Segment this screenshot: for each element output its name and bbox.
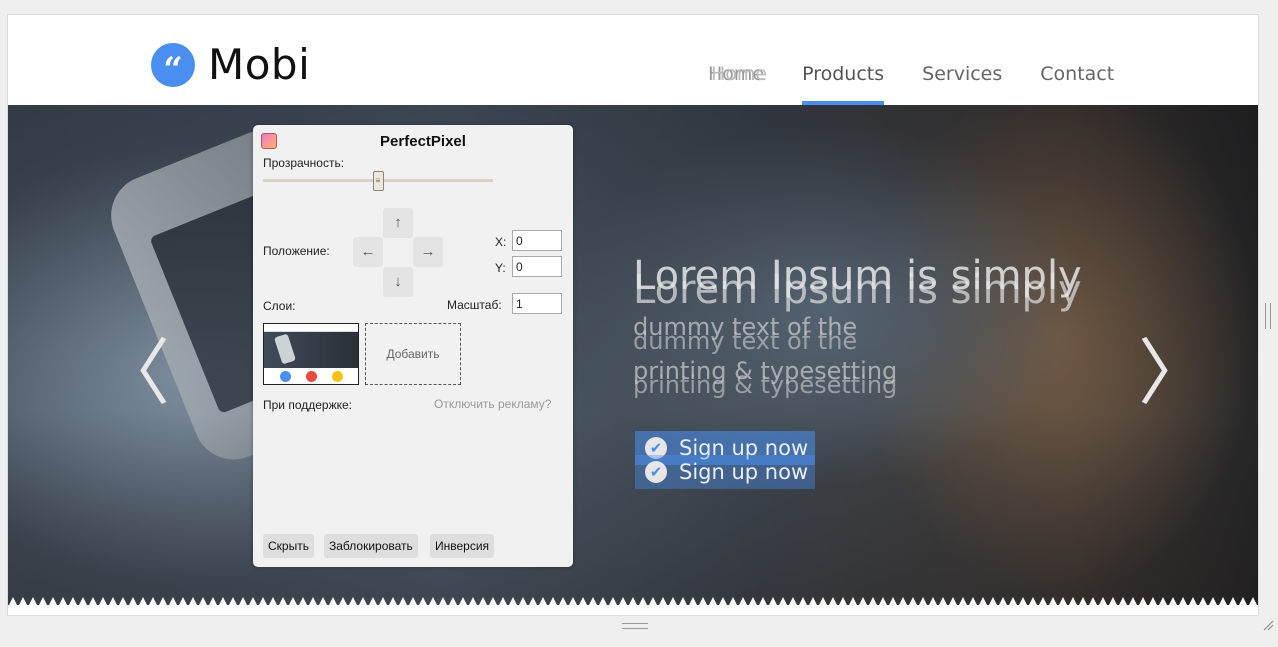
support-label: При поддержке: [263, 398, 353, 412]
x-label: X: [495, 235, 507, 249]
move-left-button[interactable]: ← [353, 237, 383, 267]
hero-headline-overlay: Lorem Ipsum is simply [633, 267, 1082, 313]
hide-button[interactable]: Скрыть [263, 534, 314, 558]
slider-prev-arrow-icon[interactable]: 〈 [98, 337, 170, 409]
nav-home-label-ghost: Home [711, 63, 768, 85]
add-layer-button[interactable]: Добавить [365, 323, 461, 385]
hero-subtitle-line2-overlay: printing & typesetting [633, 371, 898, 399]
logo-text: Mobi [208, 40, 311, 89]
panel-title: PerfectPixel [380, 133, 466, 150]
move-down-button[interactable]: ↓ [383, 267, 413, 297]
opacity-slider-thumb[interactable]: ≡ [372, 171, 384, 191]
perfectpixel-panel: PerfectPixel Прозрачность: ≡ Положение: … [253, 125, 573, 567]
nav-services[interactable]: Services [922, 63, 1002, 105]
quote-icon: “ [151, 42, 195, 87]
scale-label: Масштаб: [447, 298, 502, 312]
bottom-resize-handle[interactable] [622, 623, 648, 629]
nav-home[interactable]: Home Home [708, 63, 768, 105]
invert-button[interactable]: Инверсия [430, 534, 495, 558]
y-input[interactable] [512, 256, 562, 277]
signup-button-overlay[interactable]: ✔ Sign up now [635, 455, 815, 489]
slider-next-arrow-icon[interactable]: 〉 [1138, 337, 1210, 409]
check-icon: ✔ [645, 461, 667, 483]
nav-products[interactable]: Products [802, 63, 885, 105]
scale-input[interactable] [512, 293, 562, 314]
main-nav: Home Home Products Services Contact [708, 63, 1152, 105]
move-up-button[interactable]: ↑ [383, 208, 413, 238]
y-label: Y: [495, 261, 506, 275]
layers-label: Слои: [263, 299, 296, 313]
disable-ads-link[interactable]: Отключить рекламу? [434, 397, 551, 411]
position-label: Положение: [263, 244, 330, 258]
browser-viewport: “ Mobi Home Home Products Services Conta… [7, 14, 1259, 616]
resize-grip-icon[interactable] [1262, 619, 1274, 631]
signup-label-overlay: Sign up now [679, 460, 809, 484]
nav-contact[interactable]: Contact [1040, 63, 1114, 105]
opacity-label: Прозрачность: [263, 156, 345, 170]
site-logo[interactable]: “ Mobi [151, 40, 310, 89]
layer-thumbnail[interactable] [263, 323, 359, 385]
hero-slider: 〈 〉 Lorem Ipsum is simply Lorem Ipsum is… [8, 105, 1258, 615]
hero-subtitle-line1-overlay: dummy text of the [633, 327, 858, 355]
move-right-button[interactable]: → [413, 237, 443, 267]
x-input[interactable] [512, 230, 562, 251]
lock-button[interactable]: Заблокировать [324, 534, 418, 558]
side-resize-handle[interactable] [1265, 303, 1271, 329]
site-header: “ Mobi Home Home Products Services Conta… [8, 15, 1258, 105]
